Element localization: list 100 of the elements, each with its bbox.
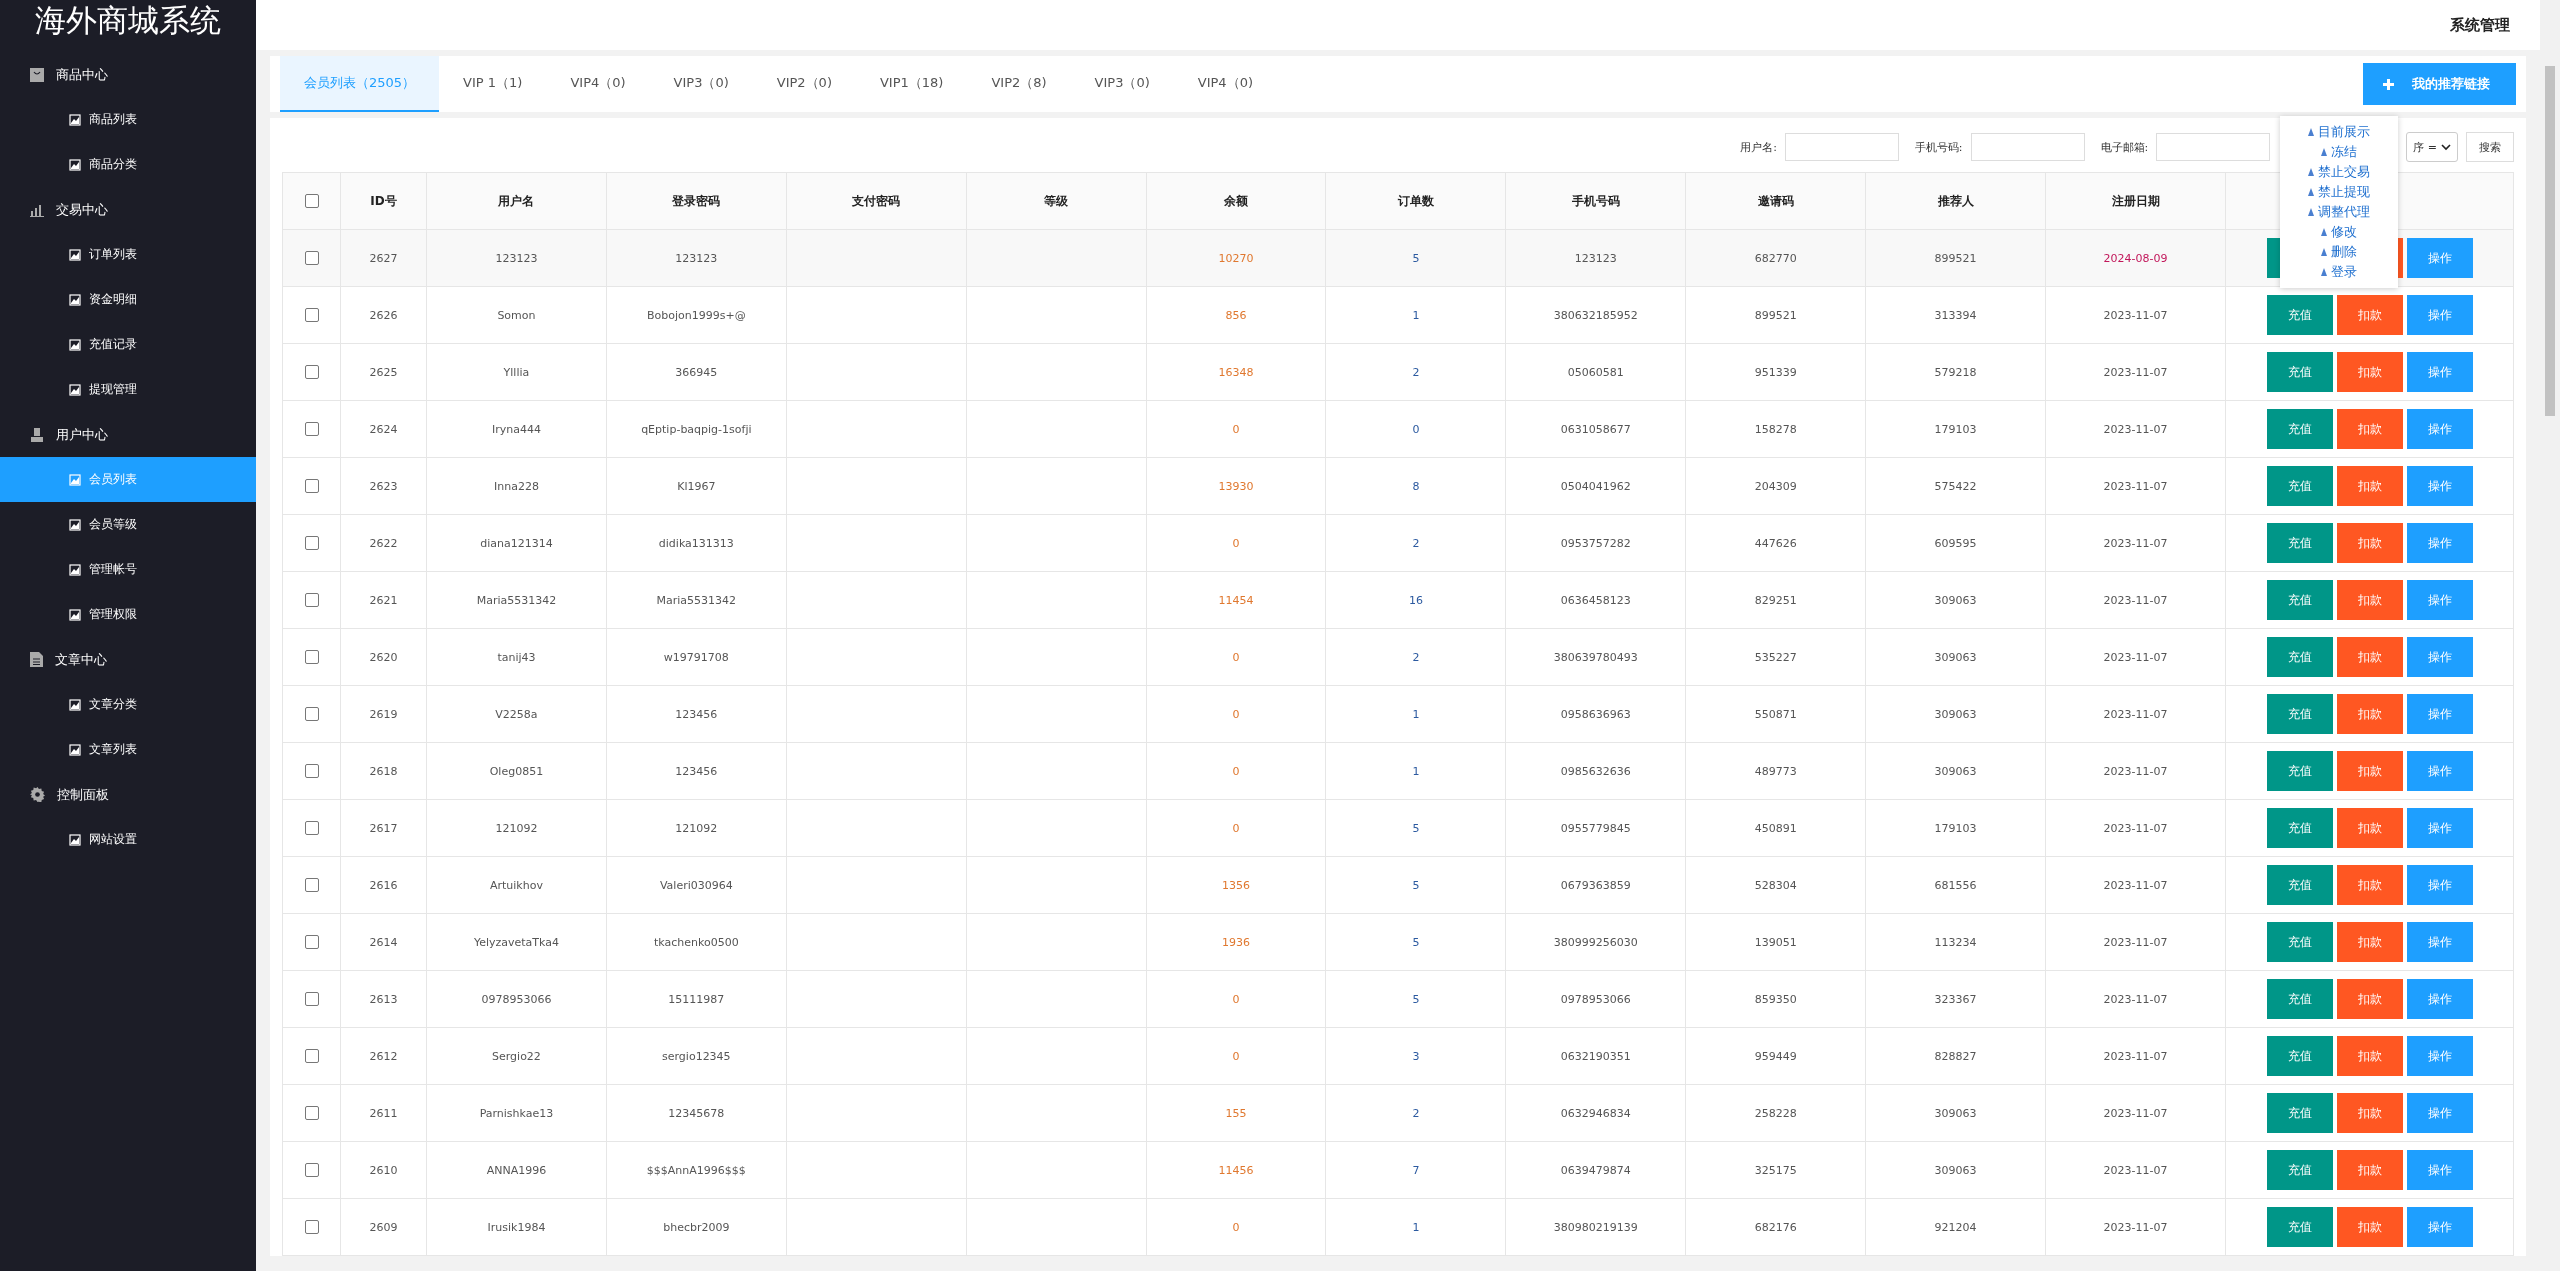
recharge-button[interactable]: 充值 bbox=[2266, 922, 2333, 962]
sidebar-item[interactable]: 商品列表 bbox=[0, 97, 256, 142]
deduct-button[interactable]: 扣款 bbox=[2336, 865, 2403, 905]
menu-group-label[interactable]: 控制面板 bbox=[57, 785, 109, 804]
column-header: 余额 bbox=[1146, 172, 1326, 230]
tab[interactable]: VIP2（0) bbox=[752, 56, 856, 112]
table-cell: 2617 bbox=[340, 799, 427, 857]
sidebar-item[interactable]: 管理权限 bbox=[0, 592, 256, 637]
sidebar-item[interactable]: 文章分类 bbox=[0, 682, 256, 727]
recharge-button[interactable]: 充值 bbox=[2266, 1150, 2333, 1190]
operate-button[interactable]: 操作 bbox=[2406, 922, 2473, 962]
deduct-button[interactable]: 扣款 bbox=[2336, 808, 2403, 848]
deduct-button[interactable]: 扣款 bbox=[2336, 1150, 2403, 1190]
tab[interactable]: VIP3（0) bbox=[649, 56, 753, 112]
recharge-button[interactable]: 充值 bbox=[2266, 1093, 2333, 1133]
deduct-button[interactable]: 扣款 bbox=[2336, 1036, 2403, 1076]
operate-button[interactable]: 操作 bbox=[2406, 1207, 2473, 1247]
operate-button[interactable]: 操作 bbox=[2406, 466, 2473, 506]
operate-button[interactable]: 操作 bbox=[2406, 409, 2473, 449]
recharge-button[interactable]: 充值 bbox=[2266, 352, 2333, 392]
search-button[interactable]: 搜索 bbox=[2466, 132, 2514, 162]
table-cell: tkachenko0500 bbox=[606, 913, 787, 971]
tab[interactable]: VIP4（0) bbox=[1173, 56, 1277, 112]
sort-select[interactable]: 序 = bbox=[2406, 132, 2458, 162]
menu-item[interactable]: 目前展示 bbox=[2308, 122, 2370, 142]
operate-button[interactable]: 操作 bbox=[2406, 751, 2473, 791]
referral-link-button[interactable]: 我的推荐链接 bbox=[2363, 63, 2516, 105]
operate-button[interactable]: 操作 bbox=[2406, 352, 2473, 392]
operate-button[interactable]: 操作 bbox=[2406, 637, 2473, 677]
deduct-button[interactable]: 扣款 bbox=[2336, 979, 2403, 1019]
operate-button[interactable]: 操作 bbox=[2406, 1036, 2473, 1076]
deduct-button[interactable]: 扣款 bbox=[2336, 466, 2403, 506]
deduct-button[interactable]: 扣款 bbox=[2336, 523, 2403, 563]
operate-button[interactable]: 操作 bbox=[2406, 865, 2473, 905]
operate-button[interactable]: 操作 bbox=[2406, 808, 2473, 848]
deduct-button[interactable]: 扣款 bbox=[2336, 580, 2403, 620]
deduct-button[interactable]: 扣款 bbox=[2336, 922, 2403, 962]
recharge-button[interactable]: 充值 bbox=[2266, 523, 2333, 563]
recharge-button[interactable]: 充值 bbox=[2266, 751, 2333, 791]
table-cell: 1356 bbox=[1146, 856, 1326, 914]
menu-item[interactable]: 调整代理 bbox=[2308, 202, 2370, 222]
table-cell: Ylllia bbox=[426, 343, 607, 401]
table-cell: 121092 bbox=[426, 799, 607, 857]
deduct-button[interactable]: 扣款 bbox=[2336, 751, 2403, 791]
sidebar-item[interactable]: 订单列表 bbox=[0, 232, 256, 277]
recharge-button[interactable]: 充值 bbox=[2266, 580, 2333, 620]
operate-button[interactable]: 操作 bbox=[2406, 580, 2473, 620]
sidebar-item[interactable]: 充值记录 bbox=[0, 322, 256, 367]
operate-button[interactable]: 操作 bbox=[2406, 979, 2473, 1019]
recharge-button[interactable]: 充值 bbox=[2266, 409, 2333, 449]
sidebar-item[interactable]: 管理帐号 bbox=[0, 547, 256, 592]
operate-button[interactable]: 操作 bbox=[2406, 1150, 2473, 1190]
tab[interactable]: VIP3（0) bbox=[1070, 56, 1174, 112]
operate-button[interactable]: 操作 bbox=[2406, 295, 2473, 335]
tab[interactable]: VIP4（0) bbox=[546, 56, 650, 112]
sidebar-item[interactable]: 商品分类 bbox=[0, 142, 256, 187]
menu-group-label[interactable]: 用户中心 bbox=[56, 425, 108, 444]
column-header: 推荐人 bbox=[1865, 172, 2046, 230]
deduct-button[interactable]: 扣款 bbox=[2336, 295, 2403, 335]
menu-group-label[interactable]: 文章中心 bbox=[55, 650, 107, 669]
operate-button[interactable]: 操作 bbox=[2406, 238, 2473, 278]
menu-item[interactable]: 登录 bbox=[2321, 262, 2357, 282]
menu-item[interactable]: 禁止交易 bbox=[2308, 162, 2370, 182]
deduct-button[interactable]: 扣款 bbox=[2336, 1207, 2403, 1247]
recharge-button[interactable]: 充值 bbox=[2266, 1207, 2333, 1247]
sidebar-item[interactable]: 会员等级 bbox=[0, 502, 256, 547]
deduct-button[interactable]: 扣款 bbox=[2336, 694, 2403, 734]
recharge-button[interactable]: 充值 bbox=[2266, 466, 2333, 506]
tab[interactable]: VIP1（18) bbox=[855, 56, 968, 112]
recharge-button[interactable]: 充值 bbox=[2266, 979, 2333, 1019]
menu-item[interactable]: 禁止提现 bbox=[2308, 182, 2370, 202]
table-cell: 13930 bbox=[1146, 457, 1326, 515]
menu-item[interactable]: 修改 bbox=[2321, 222, 2357, 242]
operate-button[interactable]: 操作 bbox=[2406, 694, 2473, 734]
menu-group-label[interactable]: 商品中心 bbox=[56, 65, 108, 84]
operate-button[interactable]: 操作 bbox=[2406, 523, 2473, 563]
recharge-button[interactable]: 充值 bbox=[2266, 1036, 2333, 1076]
operate-button[interactable]: 操作 bbox=[2406, 1093, 2473, 1133]
sidebar-item[interactable]: 文章列表 bbox=[0, 727, 256, 772]
tab[interactable]: VIP 1（1) bbox=[439, 56, 547, 112]
sidebar-item[interactable]: 资金明细 bbox=[0, 277, 256, 322]
menu-item[interactable]: 冻结 bbox=[2321, 142, 2357, 162]
table-cell: 12345678 bbox=[606, 1084, 787, 1142]
deduct-button[interactable]: 扣款 bbox=[2336, 1093, 2403, 1133]
recharge-button[interactable]: 充值 bbox=[2266, 808, 2333, 848]
recharge-button[interactable]: 充值 bbox=[2266, 694, 2333, 734]
recharge-button[interactable]: 充值 bbox=[2266, 865, 2333, 905]
deduct-button[interactable]: 扣款 bbox=[2336, 409, 2403, 449]
menu-group-label[interactable]: 交易中心 bbox=[56, 200, 108, 219]
tab[interactable]: 会员列表（2505） bbox=[280, 56, 440, 112]
deduct-button[interactable]: 扣款 bbox=[2336, 637, 2403, 677]
deduct-button[interactable]: 扣款 bbox=[2336, 352, 2403, 392]
sidebar-item[interactable]: 提现管理 bbox=[0, 367, 256, 412]
recharge-button[interactable]: 充值 bbox=[2266, 637, 2333, 677]
sidebar-item[interactable]: 网站设置 bbox=[0, 817, 256, 862]
sidebar-item[interactable]: 会员列表 bbox=[0, 457, 256, 502]
table-cell: 309063 bbox=[1865, 742, 2046, 800]
recharge-button[interactable]: 充值 bbox=[2266, 295, 2333, 335]
tab[interactable]: VIP2（8) bbox=[967, 56, 1071, 112]
menu-item[interactable]: 删除 bbox=[2321, 242, 2357, 262]
